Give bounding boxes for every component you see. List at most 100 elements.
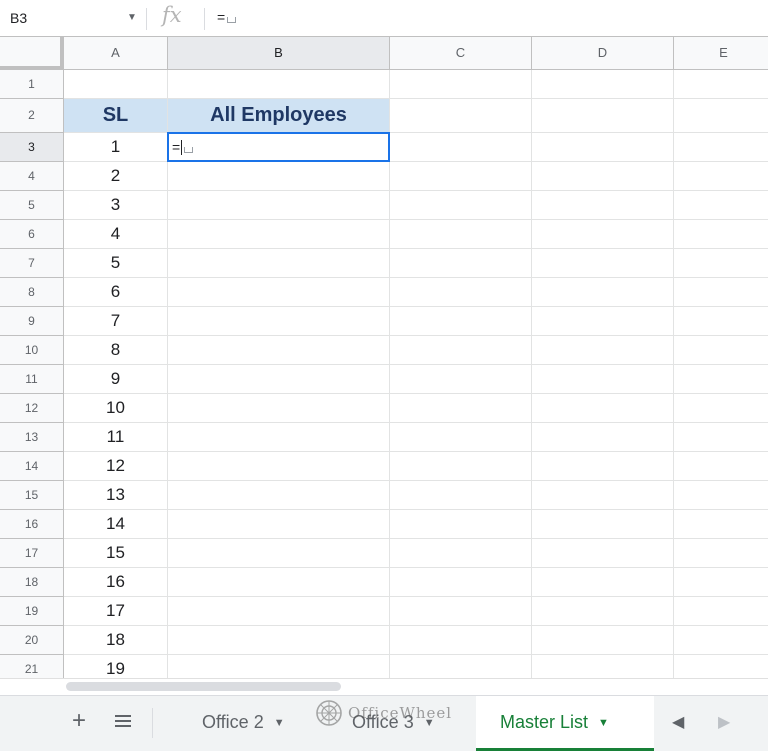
cell-a14[interactable]: 12 [64, 452, 168, 481]
row-header-5[interactable]: 5 [0, 191, 64, 220]
cell-d12[interactable] [532, 394, 674, 423]
cell-a17[interactable]: 15 [64, 539, 168, 568]
row-header-15[interactable]: 15 [0, 481, 64, 510]
cell-a9[interactable]: 7 [64, 307, 168, 336]
row-header-4[interactable]: 4 [0, 162, 64, 191]
column-header-e[interactable]: E [674, 37, 768, 70]
cell-b2[interactable]: All Employees [168, 99, 390, 133]
cell-b21[interactable] [168, 655, 390, 678]
cell-d18[interactable] [532, 568, 674, 597]
cell-c14[interactable] [390, 452, 532, 481]
cell-c3[interactable] [390, 133, 532, 162]
tab-office-3[interactable]: Office 3 ▼ [328, 696, 476, 751]
cell-e13[interactable] [674, 423, 768, 452]
tab-office-2[interactable]: Office 2 ▼ [178, 696, 328, 751]
cell-e10[interactable] [674, 336, 768, 365]
caret-down-icon[interactable]: ▼ [598, 717, 609, 729]
cell-c5[interactable] [390, 191, 532, 220]
spreadsheet-grid[interactable]: ABCDE 1 2 3 4 5 6 7 8 9 10 11 12 13 14 15 16 17 18 19 20 21 … [0, 37, 768, 678]
cell-b1[interactable] [168, 70, 390, 99]
cell-e2[interactable] [674, 99, 768, 133]
cell-d5[interactable] [532, 191, 674, 220]
row-header-17[interactable]: 17 [0, 539, 64, 568]
cell-a12[interactable]: 10 [64, 394, 168, 423]
chevron-left-icon[interactable]: ◀ [672, 712, 684, 732]
cell-c19[interactable] [390, 597, 532, 626]
cell-a20[interactable]: 18 [64, 626, 168, 655]
cell-e14[interactable] [674, 452, 768, 481]
cell-c10[interactable] [390, 336, 532, 365]
cell-e7[interactable] [674, 249, 768, 278]
cell-e4[interactable] [674, 162, 768, 191]
column-header-b[interactable]: B [168, 37, 390, 70]
cell-e11[interactable] [674, 365, 768, 394]
cell-a5[interactable]: 3 [64, 191, 168, 220]
cell-d2[interactable] [532, 99, 674, 133]
cell-b14[interactable] [168, 452, 390, 481]
cell-d15[interactable] [532, 481, 674, 510]
cell-d13[interactable] [532, 423, 674, 452]
menu-icon[interactable] [110, 708, 136, 734]
cell-d21[interactable] [532, 655, 674, 678]
name-box[interactable]: B3 ▼ [6, 5, 141, 31]
row-header-16[interactable]: 16 [0, 510, 64, 539]
cell-a2[interactable]: SL [64, 99, 168, 133]
cell-a3[interactable]: 1 [64, 133, 168, 162]
cell-d16[interactable] [532, 510, 674, 539]
cell-b5[interactable] [168, 191, 390, 220]
cell-e3[interactable] [674, 133, 768, 162]
cell-c11[interactable] [390, 365, 532, 394]
cell-b7[interactable] [168, 249, 390, 278]
tab-master-list[interactable]: Master List ▼ [476, 696, 654, 751]
row-header-7[interactable]: 7 [0, 249, 64, 278]
cell-a1[interactable] [64, 70, 168, 99]
scrollbar-thumb[interactable] [66, 682, 341, 691]
cell-a11[interactable]: 9 [64, 365, 168, 394]
cell-b15[interactable] [168, 481, 390, 510]
cell-c15[interactable] [390, 481, 532, 510]
cell-a4[interactable]: 2 [64, 162, 168, 191]
cell-a13[interactable]: 11 [64, 423, 168, 452]
cell-e16[interactable] [674, 510, 768, 539]
cell-d10[interactable] [532, 336, 674, 365]
dropdown-arrow-icon[interactable]: ▼ [127, 12, 137, 23]
cell-e18[interactable] [674, 568, 768, 597]
row-header-9[interactable]: 9 [0, 307, 64, 336]
cell-d19[interactable] [532, 597, 674, 626]
row-header-10[interactable]: 10 [0, 336, 64, 365]
cell-d9[interactable] [532, 307, 674, 336]
cell-b6[interactable] [168, 220, 390, 249]
cell-b18[interactable] [168, 568, 390, 597]
cell-e12[interactable] [674, 394, 768, 423]
cell-c21[interactable] [390, 655, 532, 678]
cell-d7[interactable] [532, 249, 674, 278]
cell-c13[interactable] [390, 423, 532, 452]
cell-a18[interactable]: 16 [64, 568, 168, 597]
cell-b13[interactable] [168, 423, 390, 452]
select-all-corner[interactable] [0, 37, 64, 70]
column-header-a[interactable]: A [64, 37, 168, 70]
cell-c8[interactable] [390, 278, 532, 307]
cell-c12[interactable] [390, 394, 532, 423]
cell-b19[interactable] [168, 597, 390, 626]
row-header-3[interactable]: 3 [0, 133, 64, 162]
cell-d17[interactable] [532, 539, 674, 568]
cell-d1[interactable] [532, 70, 674, 99]
row-header-14[interactable]: 14 [0, 452, 64, 481]
cell-b10[interactable] [168, 336, 390, 365]
cell-b8[interactable] [168, 278, 390, 307]
column-header-c[interactable]: C [390, 37, 532, 70]
row-header-19[interactable]: 19 [0, 597, 64, 626]
cell-d14[interactable] [532, 452, 674, 481]
row-header-13[interactable]: 13 [0, 423, 64, 452]
cell-c16[interactable] [390, 510, 532, 539]
cell-a21[interactable]: 19 [64, 655, 168, 678]
cell-b20[interactable] [168, 626, 390, 655]
cell-c2[interactable] [390, 99, 532, 133]
cell-a8[interactable]: 6 [64, 278, 168, 307]
cell-c20[interactable] [390, 626, 532, 655]
cell-b12[interactable] [168, 394, 390, 423]
cell-c7[interactable] [390, 249, 532, 278]
cell-a10[interactable]: 8 [64, 336, 168, 365]
cell-a19[interactable]: 17 [64, 597, 168, 626]
